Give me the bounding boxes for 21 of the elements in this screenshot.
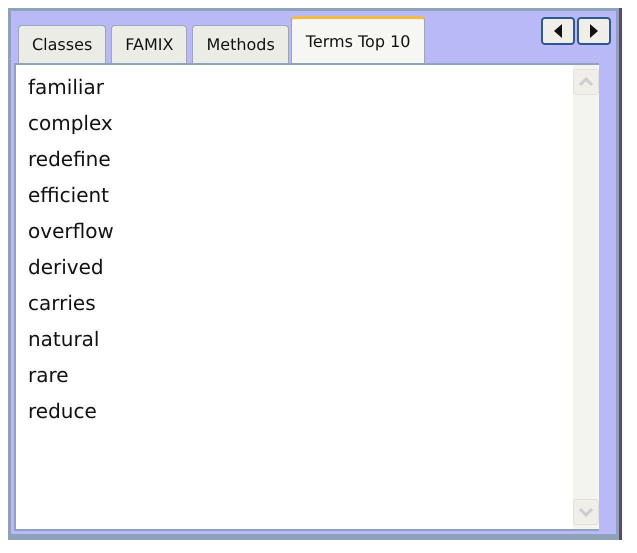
list-item[interactable]: complex (28, 105, 561, 141)
scroll-down-icon[interactable] (573, 499, 599, 525)
right-triangle-icon (589, 24, 599, 38)
list-item[interactable]: carries (28, 285, 561, 321)
list-item[interactable]: redefine (28, 141, 561, 177)
tab[interactable]: Methods (192, 25, 289, 63)
tab[interactable]: Terms Top 10 (290, 16, 426, 63)
scroll-up-icon[interactable] (573, 69, 599, 95)
list-item[interactable]: familiar (28, 69, 561, 105)
list-item[interactable]: reduce (28, 393, 561, 429)
scroll-right-button[interactable] (577, 17, 611, 45)
scrollbar[interactable] (573, 65, 599, 529)
left-triangle-icon (553, 24, 563, 38)
scroll-left-button[interactable] (541, 17, 575, 45)
list-item[interactable]: natural (28, 321, 561, 357)
list-item[interactable]: overflow (28, 213, 561, 249)
tab[interactable]: Classes (18, 25, 106, 63)
list-item[interactable]: efficient (28, 177, 561, 213)
tab[interactable]: FAMIX (111, 25, 188, 63)
list-item[interactable]: derived (28, 249, 561, 285)
list-item[interactable]: rare (28, 357, 561, 393)
